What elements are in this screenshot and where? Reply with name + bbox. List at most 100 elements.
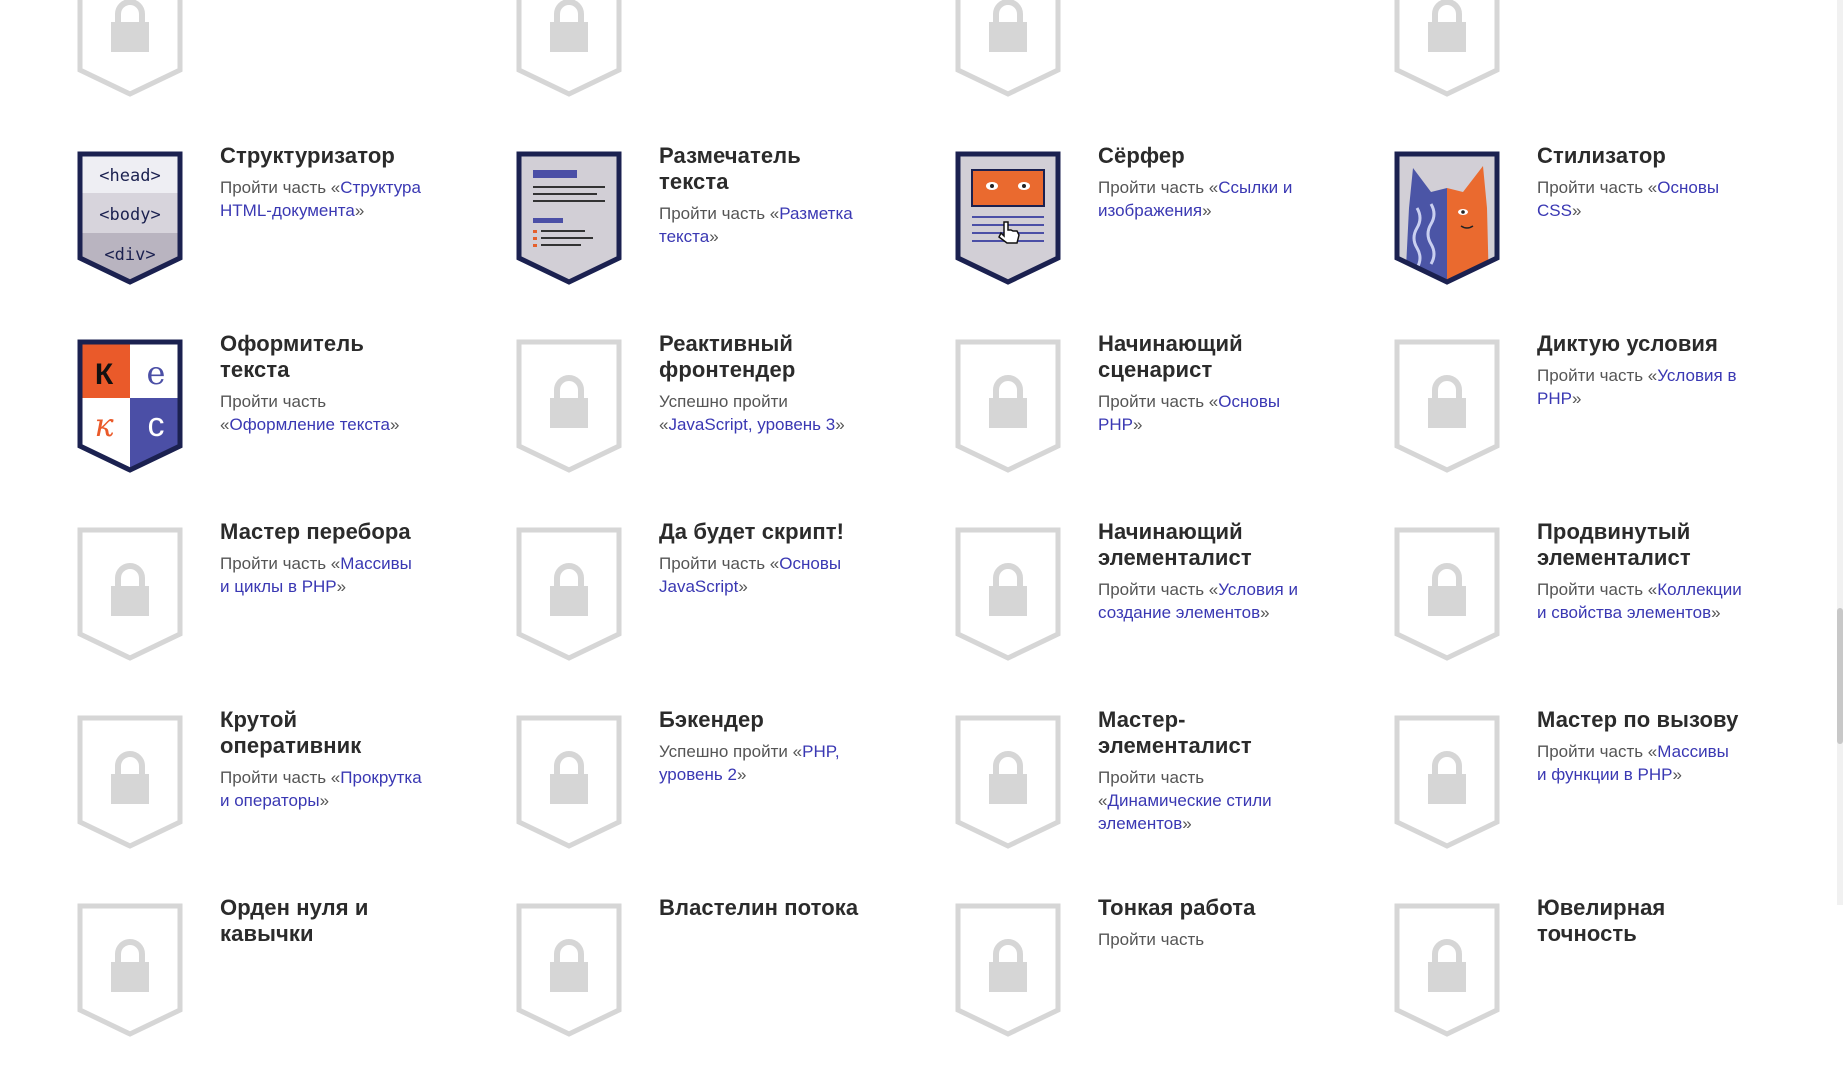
locked-badge-icon	[74, 900, 186, 1038]
badge-title: Мастер-элементалист	[1098, 707, 1252, 758]
badge-text: Стилизатор Пройти часть «Основы CSS»	[1537, 143, 1742, 222]
badge-text: Властелин потока	[659, 895, 864, 928]
badge-requirement: Пройти часть «Основы JavaScript»	[659, 552, 864, 598]
badge-card	[1391, 0, 1830, 143]
requirement-prefix: Пройти часть «	[659, 204, 780, 223]
badge-requirement: Успешно пройти «JavaScript, уровень 3»	[659, 390, 864, 436]
requirement-suffix: »	[354, 201, 365, 220]
badge-card: Ювелирная точность	[1391, 895, 1830, 1083]
badge-card: Стилизатор Пройти часть «Основы CSS»	[1391, 143, 1830, 331]
locked-badge-icon	[952, 900, 1064, 1038]
badge-text: Начинающий сценарист Пройти часть «Основы…	[1098, 331, 1303, 436]
badge-text: Орден нуля и кавычки	[220, 895, 425, 954]
badge-card: Начинающий элементалист Пройти часть «Усл…	[952, 519, 1391, 707]
badge-title: Да будет скрипт!	[659, 519, 845, 544]
badge-requirement: Пройти часть «Прокрутка и операторы»	[220, 766, 425, 812]
badge-title: Размечатель текста	[659, 143, 801, 194]
badge-title: Крутой оперативник	[220, 707, 362, 758]
badge-text: Да будет скрипт! Пройти часть «Основы Jav…	[659, 519, 864, 598]
badge-requirement: Пройти часть «Основы PHP»	[1098, 390, 1303, 436]
keks-letter-1: К	[95, 358, 114, 391]
badge-title: Орден нуля и кавычки	[220, 895, 369, 946]
requirement-prefix: Успешно пройти «	[659, 742, 803, 761]
requirement-prefix: Пройти часть «	[1537, 178, 1658, 197]
locked-badge-icon	[513, 900, 625, 1038]
requirement-suffix: »	[319, 791, 330, 810]
requirement-prefix: Пройти часть «	[1537, 366, 1658, 385]
badge-title: Продвинутый элементалист	[1537, 519, 1691, 570]
requirement-suffix: »	[1571, 201, 1582, 220]
locked-badge-icon	[513, 0, 625, 98]
badge-card: Продвинутый элементалист Пройти часть «Ко…	[1391, 519, 1830, 707]
html-tag-head: <head>	[99, 166, 160, 186]
html-tag-div: <div>	[104, 245, 155, 265]
requirement-prefix: Пройти часть	[1098, 930, 1205, 949]
locked-badge-icon	[513, 336, 625, 474]
badge-title: Сёрфер	[1098, 143, 1185, 168]
badge-card: К е к с Оформитель текста Пройти часть «Оф…	[74, 331, 513, 519]
badge-card: Крутой оперативник Пройти часть «Прокрутк…	[74, 707, 513, 895]
html-tag-body: <body>	[99, 205, 160, 225]
html-structure-badge-icon: <head> <body> <div>	[74, 148, 186, 286]
locked-badge-icon	[513, 524, 625, 662]
badge-requirement: Пройти часть «Коллекции и свойства элеме…	[1537, 578, 1742, 624]
badge-requirement: Пройти часть «Структура HTML-документа»	[220, 176, 425, 222]
badge-title: Стилизатор	[1537, 143, 1666, 168]
locked-badge-icon	[952, 0, 1064, 98]
badge-requirement: Пройти часть «Ссылки и изображения»	[1098, 176, 1303, 222]
requirement-suffix: »	[1202, 201, 1212, 220]
badge-requirement: Пройти часть «Динамические стили элемент…	[1098, 766, 1303, 835]
badge-requirement: Пройти часть «Основы CSS»	[1537, 176, 1742, 222]
badge-card: Бэкендер Успешно пройти «PHP, уровень 2»	[513, 707, 952, 895]
scrollbar[interactable]	[1837, 0, 1843, 905]
requirement-prefix: Пройти часть «	[1098, 392, 1219, 411]
requirement-suffix: »	[738, 577, 748, 596]
badge-text: Крутой оперативник Пройти часть «Прокрутк…	[220, 707, 425, 812]
badge-requirement: Пройти часть «Условия в PHP»	[1537, 364, 1742, 410]
requirement-suffix: »	[1182, 814, 1192, 833]
requirement-prefix: Пройти часть «	[220, 554, 341, 573]
badge-card: Мастер-элементалист Пройти часть «Динамич…	[952, 707, 1391, 895]
locked-badge-icon	[1391, 0, 1503, 98]
achievements-page: гридами» с событиями» <head> <body> <div…	[0, 0, 1843, 1037]
cat-stylist-badge-icon	[1391, 148, 1503, 286]
badge-title: Тонкая работа	[1098, 895, 1256, 920]
badge-card: Тонкая работа Пройти часть	[952, 895, 1391, 1083]
scrollbar-thumb[interactable]	[1837, 608, 1843, 744]
badge-requirement: Пройти часть «Разметка текста»	[659, 202, 864, 248]
course-part-link[interactable]: Оформление текста	[229, 415, 389, 434]
badge-text: Мастер перебора Пройти часть «Массивы и ц…	[220, 519, 425, 598]
requirement-suffix: »	[1132, 415, 1143, 434]
badge-title: Властелин потока	[659, 895, 859, 920]
badge-card: гридами»	[74, 0, 513, 143]
locked-badge-icon	[952, 524, 1064, 662]
requirement-suffix: »	[736, 765, 747, 784]
requirement-suffix: »	[1711, 603, 1721, 622]
text-markup-badge-icon	[513, 148, 625, 286]
keks-letter-3: к	[94, 406, 114, 444]
badge-card: Размечатель текста Пройти часть «Разметка…	[513, 143, 952, 331]
requirement-suffix: »	[709, 227, 719, 246]
locked-badge-icon	[1391, 336, 1503, 474]
badge-card: Мастер по вызову Пройти часть «Массивы и …	[1391, 707, 1830, 895]
course-part-link[interactable]: JavaScript, уровень 3	[668, 415, 835, 434]
badge-requirement: Успешно пройти «PHP, уровень 2»	[659, 740, 864, 786]
requirement-prefix: Пройти часть «	[1537, 742, 1658, 761]
badge-text: Ювелирная точность	[1537, 895, 1742, 954]
badge-requirement: Пройти часть «Массивы и циклы в PHP»	[220, 552, 425, 598]
badge-title: Начинающий сценарист	[1098, 331, 1243, 382]
badge-requirement: Пройти часть	[1098, 928, 1303, 951]
locked-badge-icon	[74, 524, 186, 662]
badge-title: Диктую условия	[1537, 331, 1718, 356]
requirement-suffix: »	[389, 415, 400, 434]
requirement-prefix: Пройти часть «	[659, 554, 780, 573]
requirement-suffix: »	[835, 415, 845, 434]
locked-badge-icon	[1391, 524, 1503, 662]
requirement-prefix: Пройти часть «	[220, 768, 341, 787]
badge-card: Мастер перебора Пройти часть «Массивы и ц…	[74, 519, 513, 707]
locked-badge-icon	[952, 712, 1064, 850]
badge-text: Продвинутый элементалист Пройти часть «Ко…	[1537, 519, 1742, 624]
locked-badge-icon	[513, 712, 625, 850]
badge-requirement: Пройти часть «Оформление текста»	[220, 390, 425, 436]
badge-text: Мастер по вызову Пройти часть «Массивы и …	[1537, 707, 1742, 786]
